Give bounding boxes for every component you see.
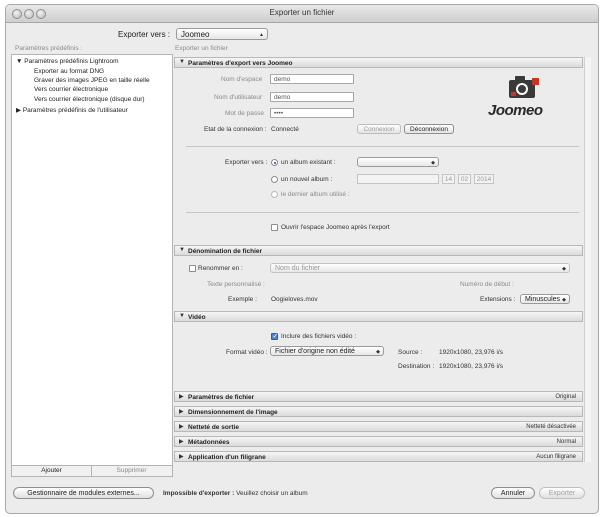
disclosure-down-icon: ▼ <box>16 58 23 65</box>
disclosure-down-icon: ▼ <box>179 247 185 253</box>
start-number-label: Numéro de début : <box>460 281 514 288</box>
export-to-select[interactable]: Joomeo ▲ <box>176 28 268 40</box>
preset-item[interactable]: Vers courrier électronique <box>34 86 108 93</box>
divider <box>186 212 579 213</box>
export-error-message: Impossible d'exporter : Veuillez choisir… <box>163 490 308 497</box>
rename-template-select[interactable]: Nom du fichier ◆ <box>270 263 570 273</box>
disclosure-down-icon: ▼ <box>179 313 185 319</box>
album-export-to-label: Exporter vers : <box>225 159 268 166</box>
export-to-value: Joomeo <box>181 30 210 39</box>
title-bar: Exporter un fichier <box>6 5 598 23</box>
existing-album-label: un album existant : <box>281 159 336 166</box>
disclosure-down-icon: ▼ <box>179 59 185 65</box>
existing-album-radio[interactable] <box>271 159 278 166</box>
section-output-sharpening-header[interactable]: ▶ Netteté de sortie Netteté désactivée <box>174 421 583 432</box>
last-album-label: le dernier album utilisé : <box>281 191 350 198</box>
password-label: Mot de passe <box>225 110 265 117</box>
example-label: Exemple : <box>228 296 257 303</box>
export-error-text: Veuillez choisir un album <box>236 490 308 497</box>
presets-buttons: Ajouter Supprimer <box>11 465 173 477</box>
preset-item[interactable]: Graver des images JPEG en taille réelle <box>34 77 150 84</box>
presets-panel: ▼ Paramètres prédéfinis Lightroom Export… <box>11 54 173 467</box>
date-day-input[interactable]: 14 <box>442 174 455 184</box>
scrollbar[interactable] <box>584 57 591 462</box>
plugin-manager-button[interactable]: Gestionnaire de modules externes... <box>13 487 154 499</box>
preset-item[interactable]: Exporter au format DNG <box>34 68 104 75</box>
chevron-updown-icon: ◆ <box>562 297 566 303</box>
connect-button[interactable]: Connexion <box>357 124 401 134</box>
section-joomeo-header[interactable]: ▼ Paramètres d'export vers Joomeo <box>174 57 583 68</box>
export-error-title: Impossible d'exporter : <box>163 490 235 497</box>
extensions-select[interactable]: Minuscules ◆ <box>520 294 570 304</box>
preset-group-lightroom[interactable]: ▼ Paramètres prédéfinis Lightroom <box>16 58 119 65</box>
section-image-sizing-header[interactable]: ▶ Dimensionnement de l'image <box>174 406 583 417</box>
divider <box>186 146 579 147</box>
chevron-updown-icon: ▲ <box>259 32 264 38</box>
disconnect-button[interactable]: Déconnexion <box>404 124 454 134</box>
destination-value: 1920x1080, 23,976 i/s <box>439 363 503 370</box>
connection-status-value: Connecté <box>271 126 299 133</box>
joomeo-logo-icon <box>509 76 539 98</box>
disclosure-right-icon: ▶ <box>179 424 184 430</box>
date-year-input[interactable]: 2014 <box>474 174 494 184</box>
disclosure-right-icon: ▶ <box>179 394 184 400</box>
last-album-radio[interactable] <box>271 191 278 198</box>
include-video-label: Inclure des fichiers vidéo : <box>281 333 357 340</box>
existing-album-select[interactable]: ◆ <box>357 157 439 167</box>
rename-checkbox[interactable] <box>189 265 196 272</box>
new-album-label: un nouvel album : <box>281 176 333 183</box>
space-name-input[interactable]: demo <box>270 74 354 84</box>
section-watermark-header[interactable]: ▶ Application d'un filigrane Aucun filig… <box>174 451 583 462</box>
date-month-input[interactable]: 02 <box>458 174 471 184</box>
chevron-updown-icon: ◆ <box>562 266 566 272</box>
new-album-input[interactable] <box>357 174 439 184</box>
destination-label: Destination : <box>398 363 435 370</box>
right-panel-header: Exporter un fichier <box>175 45 228 52</box>
disclosure-right-icon: ▶ <box>179 439 184 445</box>
delete-preset-button[interactable]: Supprimer <box>92 466 171 476</box>
section-naming-header[interactable]: ▼ Dénomination de fichier <box>174 245 583 256</box>
custom-text-label: Texte personnalisé : <box>207 281 265 288</box>
source-value: 1920x1080, 23,976 i/s <box>439 349 503 356</box>
window-title: Exporter un fichier <box>269 8 335 17</box>
open-space-checkbox[interactable] <box>271 224 278 231</box>
cancel-button[interactable]: Annuler <box>491 487 535 499</box>
preset-item[interactable]: Vers courrier électronique (disque dur) <box>34 96 145 103</box>
new-album-radio[interactable] <box>271 176 278 183</box>
password-input[interactable]: •••• <box>270 108 354 118</box>
preset-group-user[interactable]: ▶ Paramètres prédéfinis de l'utilisateur <box>16 106 128 114</box>
video-format-select[interactable]: Fichier d'origine non édité ◆ <box>270 346 384 356</box>
section-video-header[interactable]: ▼ Vidéo <box>174 311 583 322</box>
space-name-label: Nom d'espace <box>221 76 263 83</box>
video-format-label: Format vidéo : <box>226 349 268 356</box>
joomeo-logo-text: Joomeo <box>488 102 543 119</box>
username-input[interactable]: demo <box>270 92 354 102</box>
export-button[interactable]: Exporter <box>539 487 585 499</box>
section-file-settings-header[interactable]: ▶ Paramètres de fichier Original <box>174 391 583 402</box>
rename-label: Renommer en : <box>198 265 243 272</box>
example-value: Oogieloves.mov <box>271 296 318 303</box>
chevron-updown-icon: ◆ <box>431 160 435 166</box>
section-metadata-header[interactable]: ▶ Métadonnées Normal <box>174 436 583 447</box>
disclosure-right-icon: ▶ <box>16 107 21 114</box>
source-label: Source : <box>398 349 423 356</box>
extensions-label: Extensions : <box>480 296 516 303</box>
disclosure-right-icon: ▶ <box>179 454 184 460</box>
presets-header: Paramètres prédéfinis : <box>15 45 83 52</box>
include-video-checkbox[interactable] <box>271 332 278 340</box>
open-space-label: Ouvrir l'espace Joomeo après l'export <box>281 224 390 231</box>
export-to-label: Exporter vers : <box>118 30 171 39</box>
username-label: Nom d'utilisateur <box>214 94 263 101</box>
disclosure-right-icon: ▶ <box>179 409 184 415</box>
connection-status-label: Etat de la connexion : <box>204 126 267 133</box>
add-preset-button[interactable]: Ajouter <box>12 466 92 476</box>
chevron-updown-icon: ◆ <box>376 349 380 355</box>
